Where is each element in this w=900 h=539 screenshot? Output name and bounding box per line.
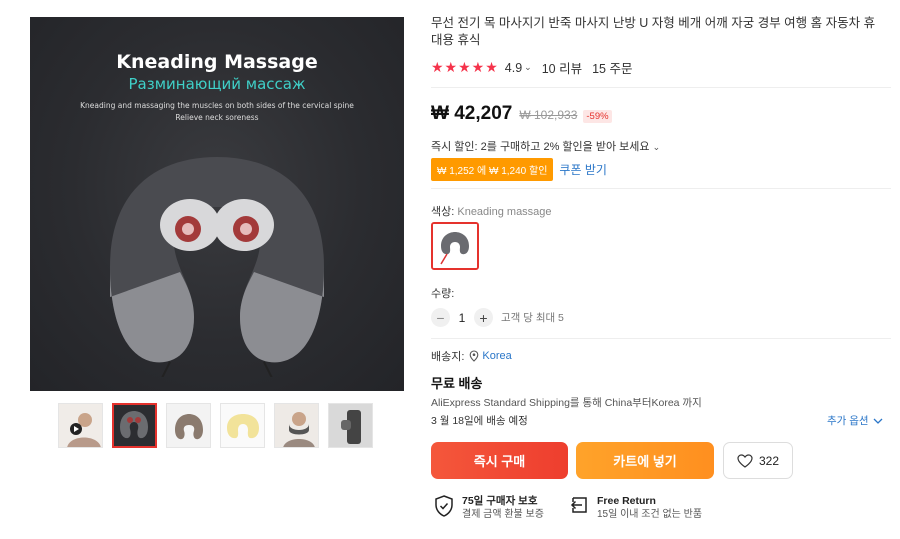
image-description: Kneading and massaging the muscles on bo… bbox=[30, 100, 404, 124]
thumbnail-strip bbox=[58, 403, 373, 448]
thumbnail-car-seat-icon bbox=[329, 404, 372, 447]
image-desc-line-2: Relieve neck soreness bbox=[175, 113, 259, 122]
thumbnail-pillow-icon bbox=[221, 404, 264, 447]
thumbnail-5[interactable] bbox=[274, 403, 319, 448]
quantity-max-note: 고객 당 최대 5 bbox=[501, 312, 564, 324]
more-shipping-options[interactable]: 추가 옵션 bbox=[827, 413, 883, 428]
chevron-down-icon[interactable]: ⌄ bbox=[524, 62, 532, 73]
thumbnail-1[interactable] bbox=[58, 403, 103, 448]
thumbnail-person-icon bbox=[59, 404, 102, 447]
ship-to-country[interactable]: Korea bbox=[482, 350, 511, 362]
instant-discount-text: 즉시 할인: 2를 구매하고 2% 할인을 받아 보세요 bbox=[431, 141, 650, 153]
location-pin-icon bbox=[470, 350, 479, 362]
quantity-label: 수량: bbox=[431, 288, 455, 300]
thumbnail-3[interactable] bbox=[166, 403, 211, 448]
price-row: ₩ 42,207 ₩ 102,933 -59% bbox=[431, 103, 612, 125]
shield-check-icon bbox=[435, 495, 453, 517]
buyer-protection[interactable]: 75일 구매자 보호 결제 금액 환불 보증 bbox=[434, 495, 544, 522]
chevron-down-icon bbox=[873, 418, 883, 424]
heart-icon bbox=[737, 453, 753, 468]
instant-discount[interactable]: 즉시 할인: 2를 구매하고 2% 할인을 받아 보세요 ⌄ bbox=[431, 138, 660, 154]
delivery-estimate: 3 월 18일에 배송 예정 bbox=[431, 415, 528, 427]
quantity-value[interactable]: 1 bbox=[450, 311, 474, 325]
free-return-title: Free Return bbox=[597, 495, 656, 507]
return-box-icon bbox=[570, 497, 587, 513]
rating-value[interactable]: 4.9 bbox=[505, 61, 522, 75]
discount-badge: -59% bbox=[583, 110, 612, 123]
wishlist-button[interactable]: 322 bbox=[723, 442, 793, 479]
thumbnail-6[interactable] bbox=[328, 403, 373, 448]
coupon-tag: ₩ 1,252 에 ₩ 1,240 할인 bbox=[431, 158, 554, 181]
ship-to-row[interactable]: 배송지: Korea bbox=[431, 348, 512, 364]
rating-row: ★★★★★ 4.9 ⌄ 10 리뷰 15 주문 bbox=[431, 58, 632, 77]
original-price: ₩ 102,933 bbox=[519, 108, 578, 122]
chevron-down-icon: ⌄ bbox=[652, 142, 661, 152]
orders-count: 15 주문 bbox=[592, 62, 633, 76]
image-title-text: Kneading Massage bbox=[116, 51, 318, 73]
free-return[interactable]: Free Return 15일 이내 조건 없는 반품 bbox=[569, 495, 702, 522]
divider bbox=[431, 87, 891, 88]
thumbnail-person-icon bbox=[275, 404, 318, 447]
get-coupon-link[interactable]: 쿠폰 받기 bbox=[559, 161, 607, 178]
quantity-decrease-button[interactable]: − bbox=[431, 308, 450, 327]
quantity-stepper: − 1 + 고객 당 최대 5 bbox=[431, 308, 564, 327]
buy-now-button[interactable]: 즉시 구매 bbox=[431, 442, 568, 479]
main-product-image[interactable]: Kneading Massage Разминающий массаж Knea… bbox=[30, 17, 404, 391]
thumbnail-4[interactable] bbox=[220, 403, 265, 448]
buyer-protection-sub: 결제 금액 환불 보증 bbox=[462, 509, 544, 520]
thumbnail-2[interactable] bbox=[112, 403, 157, 448]
color-value: Kneading massage bbox=[457, 206, 552, 218]
more-options-label: 추가 옵션 bbox=[827, 415, 869, 427]
rating-stars-icon: ★★★★★ bbox=[431, 59, 499, 75]
reviews-count[interactable]: 10 리뷰 bbox=[542, 58, 582, 77]
neck-pillow-illustration bbox=[110, 157, 324, 377]
pillow-swatch-icon bbox=[433, 224, 477, 268]
image-desc-line-1: Kneading and massaging the muscles on bo… bbox=[80, 101, 354, 110]
shipping-method: AliExpress Standard Shipping를 통해 China부터… bbox=[431, 397, 702, 409]
divider bbox=[431, 338, 891, 339]
current-price: ₩ 42,207 bbox=[431, 103, 513, 124]
image-subtitle-text: Разминающий массаж bbox=[128, 75, 306, 93]
thumbnail-pillow-icon bbox=[167, 404, 210, 447]
ship-to-label: 배송지: bbox=[431, 351, 465, 363]
coupon-row: ₩ 1,252 에 ₩ 1,240 할인 쿠폰 받기 bbox=[431, 158, 607, 181]
buyer-protection-title: 75일 구매자 보호 bbox=[462, 495, 538, 507]
color-label-text: 색상: bbox=[431, 206, 455, 218]
color-swatch-kneading[interactable] bbox=[431, 222, 479, 270]
quantity-increase-button[interactable]: + bbox=[474, 308, 493, 327]
add-to-cart-button[interactable]: 카트에 넣기 bbox=[576, 442, 714, 479]
product-title: 무선 전기 목 마사지기 반죽 마사지 난방 U 자형 베개 어깨 자궁 경부 … bbox=[431, 16, 876, 47]
thumbnail-pillow-icon bbox=[114, 405, 155, 446]
free-return-sub: 15일 이내 조건 없는 반품 bbox=[597, 509, 703, 520]
wishlist-count: 322 bbox=[758, 453, 780, 468]
color-label: 색상: Kneading massage bbox=[431, 203, 552, 219]
free-shipping-title: 무료 배송 bbox=[431, 376, 483, 391]
divider bbox=[431, 188, 891, 189]
